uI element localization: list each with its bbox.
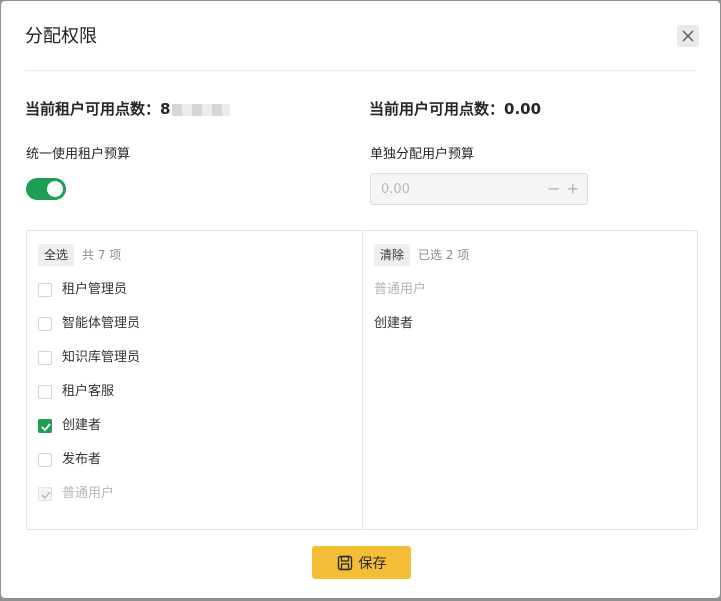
checkbox[interactable] (38, 317, 52, 331)
selected-count: 已选 2 项 (418, 248, 470, 262)
user-available-label: 当前用户可用点数： (369, 100, 505, 118)
individual-budget-input[interactable] (381, 180, 531, 198)
option-label: 知识库管理员 (62, 350, 141, 365)
individual-budget-label: 单独分配用户预算 (370, 147, 475, 162)
option-publisher[interactable]: 发布者 (38, 451, 101, 469)
clear-button[interactable]: 清除 (374, 244, 411, 266)
selected-item[interactable]: 创建者 (374, 315, 413, 333)
option-knowledge-admin[interactable]: 知识库管理员 (38, 349, 140, 367)
increment-button[interactable]: + (566, 181, 579, 197)
option-label: 智能体管理员 (62, 316, 141, 331)
save-label: 保存 (358, 555, 387, 572)
check-icon (41, 423, 51, 432)
tenant-available-value: 8 (160, 100, 171, 118)
close-button[interactable] (677, 25, 699, 47)
target-panel: 清除 已选 2 项 普通用户 创建者 (363, 231, 697, 529)
checkbox[interactable] (38, 283, 52, 297)
selected-item: 普通用户 (374, 282, 427, 297)
total-count: 共 7 项 (82, 248, 122, 262)
toggle-knob (47, 181, 63, 197)
tenant-available-points: 当前租户可用点数：8 (25, 99, 231, 119)
option-label: 普通用户 (62, 486, 115, 501)
option-label: 创建者 (62, 418, 102, 433)
option-label: 租户客服 (62, 384, 115, 399)
header-divider (25, 70, 696, 71)
option-label: 发布者 (62, 452, 102, 467)
checkbox-disabled (38, 487, 52, 501)
unified-budget-toggle[interactable] (26, 178, 66, 200)
tenant-available-label: 当前租户可用点数： (25, 100, 161, 118)
option-tenant-admin[interactable]: 租户管理员 (38, 281, 127, 299)
assign-permissions-dialog: 分配权限 当前租户可用点数：8 当前用户可用点数：0.00 统一使用租户预算 单… (1, 1, 720, 598)
option-agent-admin[interactable]: 智能体管理员 (38, 315, 140, 333)
unified-budget-label: 统一使用租户预算 (26, 147, 131, 162)
option-normal-user: 普通用户 (38, 485, 114, 503)
masked-value-blur (172, 103, 231, 116)
select-all-button[interactable]: 全选 (38, 244, 75, 266)
save-icon (337, 555, 352, 570)
close-icon (682, 30, 694, 42)
save-button[interactable]: 保存 (312, 546, 411, 579)
user-available-points: 当前用户可用点数：0.00 (369, 99, 541, 119)
checkbox[interactable] (38, 385, 52, 399)
option-tenant-support[interactable]: 租户客服 (38, 383, 114, 401)
user-available-value: 0.00 (504, 100, 542, 118)
role-transfer: 全选 共 7 项 租户管理员 智能体管理员 知识库管理员 租户客服 创建者 发布… (26, 230, 698, 530)
decrement-button[interactable]: − (547, 181, 560, 197)
individual-budget-stepper: − + (370, 173, 588, 205)
dialog-title: 分配权限 (25, 26, 97, 47)
checkbox[interactable] (38, 453, 52, 467)
option-label: 租户管理员 (62, 282, 128, 297)
checkbox[interactable] (38, 351, 52, 365)
option-creator[interactable]: 创建者 (38, 417, 101, 435)
check-icon (41, 491, 51, 500)
checkbox-checked[interactable] (38, 419, 52, 433)
